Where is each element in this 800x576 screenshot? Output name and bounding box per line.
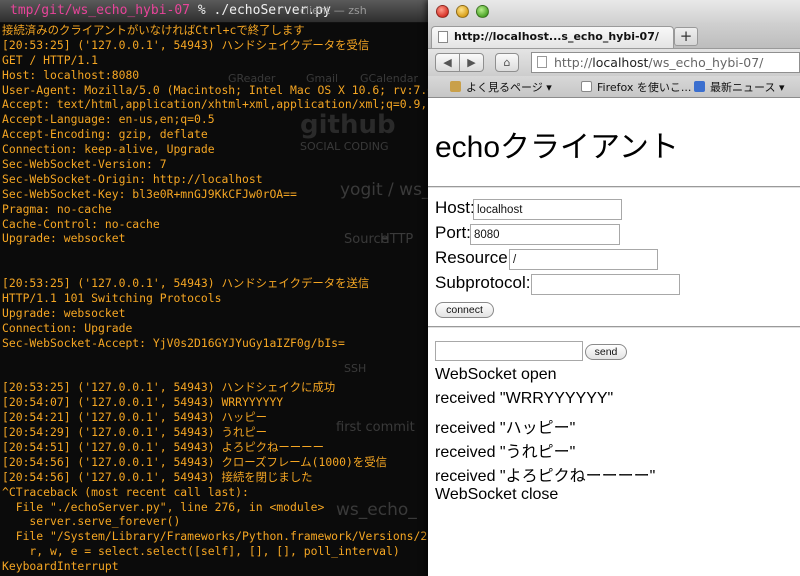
url-path: /ws_echo_hybi-07/ <box>648 55 764 70</box>
terminal-line: KeyboardInterrupt <box>2 559 119 574</box>
back-button[interactable]: ◀ <box>435 53 460 72</box>
page-title: echoクライアント <box>435 131 679 164</box>
window-close-button[interactable] <box>436 5 449 18</box>
terminal-line: [20:54:51] ('127.0.0.1', 54943) よろピクねーーー… <box>2 439 324 454</box>
terminal-line: [20:54:07] ('127.0.0.1', 54943) WRRYYYYY… <box>2 395 284 410</box>
bookmarks-toolbar: よく見るページ ▾ Firefox を使いこ... 最新ニュース ▾ <box>428 76 800 98</box>
terminal-line: Sec-WebSocket-Version: 7 <box>2 157 167 172</box>
terminal-title-path: tmp/git/ws_echo_hybi-07 <box>10 3 191 18</box>
terminal-line: 接続済みのクライアントがいなければCtrl+cで終了します <box>2 23 305 37</box>
terminal-line: Upgrade: websocket <box>2 231 126 246</box>
terminal-line: Upgrade: websocket <box>2 305 126 320</box>
terminal-line: File "/System/Library/Frameworks/Python.… <box>2 529 430 544</box>
bookmark-latest-news[interactable]: 最新ニュース ▾ <box>694 79 784 95</box>
divider <box>428 186 800 188</box>
page-content: echoクライアント Host: Port: Resource: Subprot… <box>428 98 800 576</box>
bookmark-label: よく見るページ ▾ <box>466 81 552 94</box>
terminal-line: Sec-WebSocket-Key: bl3e0R+mnGJ9KkCFJw0rO… <box>2 186 297 201</box>
port-label: Port: <box>435 223 471 242</box>
terminal-line: Connection: keep-alive, Upgrade <box>2 142 215 157</box>
browser-titlebar[interactable] <box>428 0 800 24</box>
terminal-line: server.serve_forever() <box>2 514 181 529</box>
log-line: received "ハッピー" <box>435 420 576 437</box>
terminal-line: Accept-Language: en-us,en;q=0.5 <box>2 112 215 127</box>
folder-icon <box>450 81 461 92</box>
terminal-line: Sec-WebSocket-Origin: http://localhost <box>2 171 263 186</box>
tab-echo-client[interactable]: http://localhost...s_echo_hybi-07/ <box>431 26 674 48</box>
tab-strip: http://localhost...s_echo_hybi-07/ + <box>428 24 800 49</box>
terminal-titlebar[interactable]: tmp/git/ws_echo_hybi-07 % ./echoServer.p… <box>0 0 430 23</box>
host-input[interactable] <box>473 199 622 220</box>
terminal-line: Cache-Control: no-cache <box>2 216 160 231</box>
bookmark-most-visited[interactable]: よく見るページ ▾ <box>450 79 552 95</box>
terminal-line: r, w, e = select.select([self], [], [], … <box>2 544 400 559</box>
port-input[interactable] <box>470 224 620 245</box>
home-button[interactable]: ⌂ <box>495 53 519 72</box>
terminal-line: GET / HTTP/1.1 <box>2 52 99 67</box>
terminal-output[interactable]: 接続済みのクライアントがいなければCtrl+cで終了します [20:53:25] … <box>2 23 430 576</box>
terminal-title: tmp/git/ws_echo_hybi-07 % ./echoServer.p… <box>10 3 331 18</box>
url-host: localhost <box>592 55 649 70</box>
resource-input[interactable] <box>509 249 658 270</box>
terminal-line: [20:54:56] ('127.0.0.1', 54943) 接続を閉じました <box>2 469 313 484</box>
terminal-line: Accept-Encoding: gzip, deflate <box>2 127 208 142</box>
resource-label: Resource: <box>435 248 513 267</box>
terminal-window[interactable]: tmp/git/ws_echo_hybi-07 % ./echoServer.p… <box>0 0 430 576</box>
bookmark-label: 最新ニュース ▾ <box>710 81 785 94</box>
host-label: Host: <box>435 198 475 217</box>
terminal-line: Pragma: no-cache <box>2 201 112 216</box>
terminal-line: User-Agent: Mozilla/5.0 (Macintosh; Inte… <box>2 82 430 97</box>
log-line: WebSocket open <box>435 366 557 383</box>
terminal-line: ^CTraceback (most recent call last): <box>2 484 249 499</box>
terminal-line: [20:54:21] ('127.0.0.1', 54943) ハッピー <box>2 410 268 425</box>
terminal-line: [20:53:25] ('127.0.0.1', 54943) ハンドシェイクデ… <box>2 276 370 291</box>
page-icon <box>581 81 592 92</box>
terminal-line: [20:54:29] ('127.0.0.1', 54943) うれピー <box>2 425 268 440</box>
terminal-subtitle: client — zsh <box>300 4 367 17</box>
window-minimize-button[interactable] <box>456 5 469 18</box>
terminal-line: File "./echoServer.py", line 276, in <mo… <box>2 499 325 514</box>
navigation-toolbar: ◀ ▶ ⌂ http://localhost/ws_echo_hybi-07/ <box>428 49 800 76</box>
tab-label: http://localhost...s_echo_hybi-07/ <box>454 30 659 43</box>
subprotocol-input[interactable] <box>531 274 680 295</box>
url-bar[interactable]: http://localhost/ws_echo_hybi-07/ <box>531 52 800 73</box>
send-button[interactable]: send <box>585 344 627 360</box>
bookmark-getting-started[interactable]: Firefox を使いこ... <box>581 79 691 95</box>
rss-icon <box>694 81 705 92</box>
log-line: WebSocket close <box>435 486 559 503</box>
url-text[interactable]: http://localhost/ws_echo_hybi-07/ <box>554 55 763 70</box>
log-line: received "うれピー" <box>435 444 576 461</box>
terminal-line: [20:53:25] ('127.0.0.1', 54943) ハンドシェイクに… <box>2 380 336 395</box>
subprotocol-label: Subprotocol: <box>435 273 531 292</box>
terminal-line: Accept: text/html,application/xhtml+xml,… <box>2 97 430 112</box>
terminal-line: [20:53:25] ('127.0.0.1', 54943) ハンドシェイクデ… <box>2 37 370 52</box>
divider <box>428 326 800 328</box>
log-line: received "よろピクねーーーー" <box>435 468 656 485</box>
terminal-line: Host: localhost:8080 <box>2 67 140 82</box>
message-input[interactable] <box>435 341 583 361</box>
bookmark-label: Firefox を使いこ... <box>597 81 692 94</box>
connect-button[interactable]: connect <box>435 302 494 318</box>
forward-button[interactable]: ▶ <box>459 53 484 72</box>
page-icon <box>438 31 448 43</box>
terminal-line: Sec-WebSocket-Accept: YjV0s2D16GYJYuGy1a… <box>2 335 345 350</box>
url-scheme: http:// <box>554 55 593 70</box>
page-icon <box>537 56 547 68</box>
terminal-line: HTTP/1.1 101 Switching Protocols <box>2 291 222 306</box>
terminal-line: [20:54:56] ('127.0.0.1', 54943) クローズフレーム… <box>2 454 387 469</box>
terminal-line: Connection: Upgrade <box>2 320 133 335</box>
log-line: received "WRRYYYYYY" <box>435 390 614 407</box>
window-zoom-button[interactable] <box>476 5 489 18</box>
browser-window[interactable]: http://localhost...s_echo_hybi-07/ + ◀ ▶… <box>428 0 800 576</box>
new-tab-button[interactable]: + <box>674 27 698 46</box>
